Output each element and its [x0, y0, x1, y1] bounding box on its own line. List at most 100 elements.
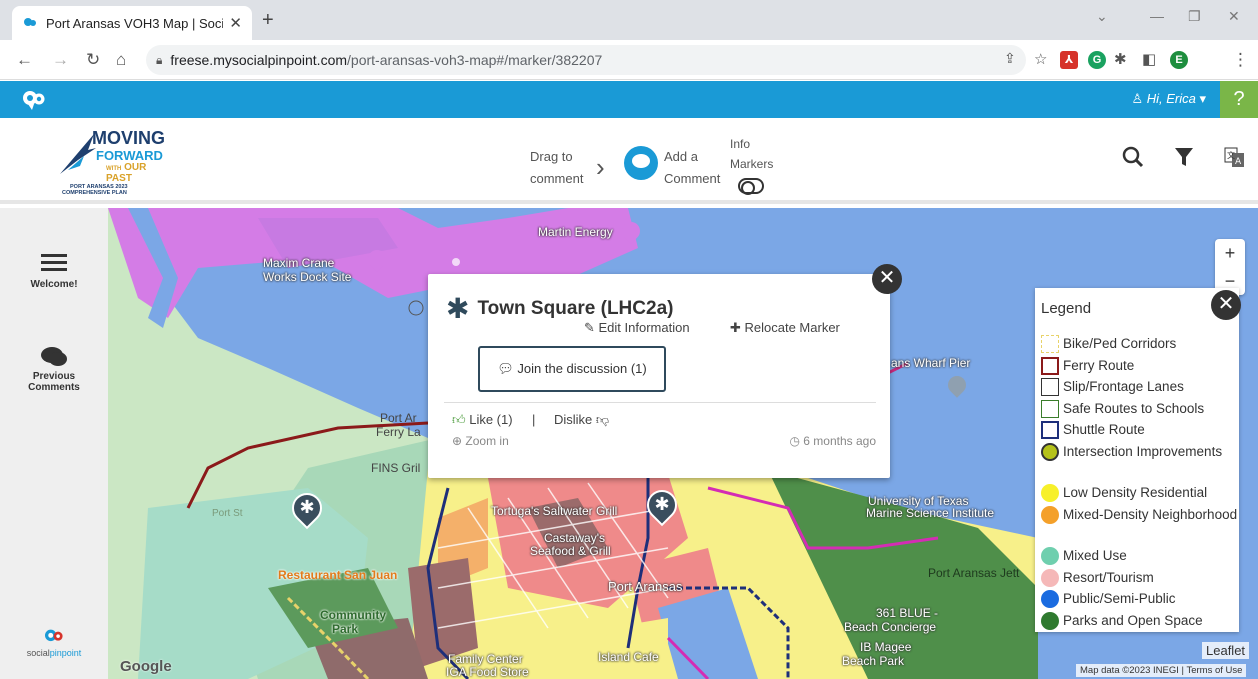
home-icon[interactable]: ⌂ — [116, 50, 126, 70]
timestamp-label: 6 months ago — [803, 434, 876, 448]
side-panel-icon[interactable]: ◧ — [1142, 50, 1156, 68]
add-label-1: Add a — [664, 149, 698, 164]
legend-item: Slip/Frontage Lanes — [1041, 377, 1238, 397]
info-label-2: Markers — [730, 157, 774, 171]
map-label-blue1: 361 BLUE - — [876, 606, 939, 620]
add-comment-bubble-icon[interactable] — [624, 146, 658, 180]
legend-item: Shuttle Route — [1041, 420, 1238, 440]
legend-title: Legend — [1041, 300, 1092, 317]
socialpinpoint-brand[interactable]: socialpinpoint — [0, 628, 108, 658]
map-label-family2: IGA Food Store — [446, 665, 529, 679]
lock-icon: 🔒︎ — [156, 52, 163, 67]
zoom-in-button[interactable]: + — [1215, 239, 1245, 267]
map-data-text: Map data ©2023 INEGI — [1080, 665, 1179, 676]
map-label-island: Island Cafe — [598, 650, 659, 664]
brand-forward: FORWARD — [96, 148, 163, 163]
pdf-extension-icon[interactable]: ⅄ — [1060, 51, 1078, 69]
add-label-2: Comment — [664, 171, 721, 186]
chevron-right-icon: › — [596, 152, 605, 182]
legend-swatch — [1041, 378, 1059, 396]
legend-swatch — [1041, 547, 1059, 565]
thumbs-down-icon: 👎︎ — [595, 412, 610, 427]
close-tab-icon[interactable]: ✕ — [229, 14, 242, 32]
minimize-icon[interactable]: — — [1150, 8, 1164, 24]
legend-label: Safe Routes to Schools — [1063, 400, 1205, 416]
back-icon[interactable]: ← — [16, 50, 33, 70]
svg-text:A: A — [1235, 157, 1242, 167]
close-popup-button[interactable]: ✕ — [872, 264, 902, 294]
legend-label: Mixed-Density Neighborhood — [1063, 506, 1238, 522]
profile-avatar[interactable]: E — [1170, 51, 1188, 69]
drag-to-comment[interactable]: Drag to comment — [530, 146, 583, 190]
relocate-marker-link[interactable]: ✚ Relocate Marker — [730, 320, 840, 336]
map-label-portar1: Port Ar — [380, 411, 417, 425]
terms-of-use-link[interactable]: Terms of Use — [1186, 665, 1242, 676]
chevron-down-icon[interactable]: ⌄ — [1096, 8, 1108, 25]
extensions-puzzle-icon[interactable]: ✱ — [1114, 50, 1127, 68]
legend-item: Mixed Use — [1041, 546, 1238, 566]
browser-tab-bar: Port Aransas VOH3 Map | Social P ✕ + ⌄ —… — [0, 0, 1258, 40]
help-button[interactable]: ? — [1220, 81, 1258, 118]
map-label-portst: Port St — [212, 508, 243, 519]
sp-pinpoint-text: pinpoint — [49, 648, 82, 658]
asterisk-icon: ✱ — [299, 496, 315, 517]
like-button[interactable]: 👍︎ Like (1) — [452, 412, 513, 428]
search-icon[interactable] — [1122, 146, 1144, 175]
map-canvas[interactable]: Maxim Crane Works Dock Site Martin Energ… — [108, 208, 1258, 679]
map-label-sanjuan: Restaurant San Juan — [278, 568, 398, 582]
previous-label-1: Previous — [32, 371, 76, 382]
hamburger-menu-icon — [0, 254, 108, 271]
drag-label-2: comment — [530, 171, 584, 186]
add-comment-label[interactable]: Add a Comment — [664, 146, 720, 190]
previous-comments-nav-item[interactable]: Previous Comments — [0, 346, 108, 393]
close-icon: ✕ — [1217, 293, 1235, 315]
left-sidebar: Welcome! Previous Comments socialpinpoin… — [0, 208, 108, 679]
close-legend-button[interactable]: ✕ — [1211, 290, 1241, 320]
browser-tab[interactable]: Port Aransas VOH3 Map | Social P ✕ — [12, 6, 252, 40]
join-label: Join the discussion (1) — [517, 361, 647, 376]
legend-label: Mixed Use — [1063, 548, 1127, 563]
like-dislike-separator: | — [532, 412, 536, 427]
restore-icon[interactable]: ❐ — [1188, 8, 1201, 25]
zoom-in-link[interactable]: ⊕ Zoom in — [452, 434, 509, 448]
legend-item: Low Density Residential — [1041, 483, 1238, 503]
legend-label: Ferry Route — [1063, 357, 1135, 373]
address-bar[interactable]: 🔒︎ freese.mysocialpinpoint.com /port-ara… — [146, 45, 1026, 75]
welcome-nav-item[interactable]: Welcome! — [0, 250, 108, 290]
edit-information-link[interactable]: ✎ Edit Information — [584, 320, 690, 336]
legend-label: Public/Semi-Public — [1063, 591, 1176, 606]
reload-icon[interactable]: ↻ — [86, 50, 100, 70]
brand-with: WITH — [106, 166, 122, 172]
map-legend: Legend Bike/Ped Corridors Ferry Route Slip… — [1035, 288, 1239, 632]
grammarly-extension-icon[interactable]: G — [1088, 51, 1106, 69]
user-menu[interactable]: ♙ Hi, Erica ▾ — [1131, 91, 1206, 107]
more-menu-icon[interactable]: ⋮ — [1232, 50, 1249, 70]
legend-item: Resort/Tourism — [1041, 568, 1238, 588]
new-tab-icon[interactable]: + — [262, 9, 274, 32]
join-discussion-button[interactable]: 💬︎ Join the discussion (1) — [478, 346, 666, 392]
legend-label: Slip/Frontage Lanes — [1063, 379, 1184, 394]
map-label-ib1: IB Magee — [860, 640, 912, 654]
asterisk-icon: ✱ — [654, 493, 670, 514]
info-markers-toggle[interactable] — [738, 178, 764, 195]
project-logo[interactable]: MOVING FORWARD WITH OUR PAST PORT ARANSA… — [58, 126, 165, 196]
dislike-button[interactable]: Dislike 👎︎ — [554, 412, 609, 428]
bookmark-star-icon[interactable]: ☆ — [1034, 50, 1047, 68]
translate-icon[interactable]: 文A — [1224, 146, 1246, 173]
leaflet-attribution[interactable]: Leaflet — [1202, 642, 1250, 659]
forward-icon[interactable]: → — [52, 50, 69, 70]
legend-swatch — [1041, 399, 1059, 418]
filter-icon[interactable] — [1174, 146, 1194, 175]
legend-swatch — [1041, 505, 1059, 524]
map-label-maxim1: Maxim Crane — [263, 256, 335, 270]
app-top-bar: ♙ Hi, Erica ▾ ? — [0, 81, 1258, 118]
socialpinpoint-small-logo-icon — [45, 629, 63, 642]
close-window-icon[interactable]: ✕ — [1228, 8, 1240, 25]
share-icon[interactable]: ⇪ — [1004, 50, 1016, 67]
move-icon: ✚ — [730, 320, 745, 335]
app-header: MOVING FORWARD WITH OUR PAST PORT ARANSA… — [0, 118, 1258, 204]
edit-label: Edit Information — [598, 320, 690, 335]
socialpinpoint-logo-icon[interactable] — [22, 88, 46, 112]
map-label-portjetty: Port Aransas Jett — [928, 566, 1020, 580]
legend-swatch — [1041, 568, 1059, 587]
